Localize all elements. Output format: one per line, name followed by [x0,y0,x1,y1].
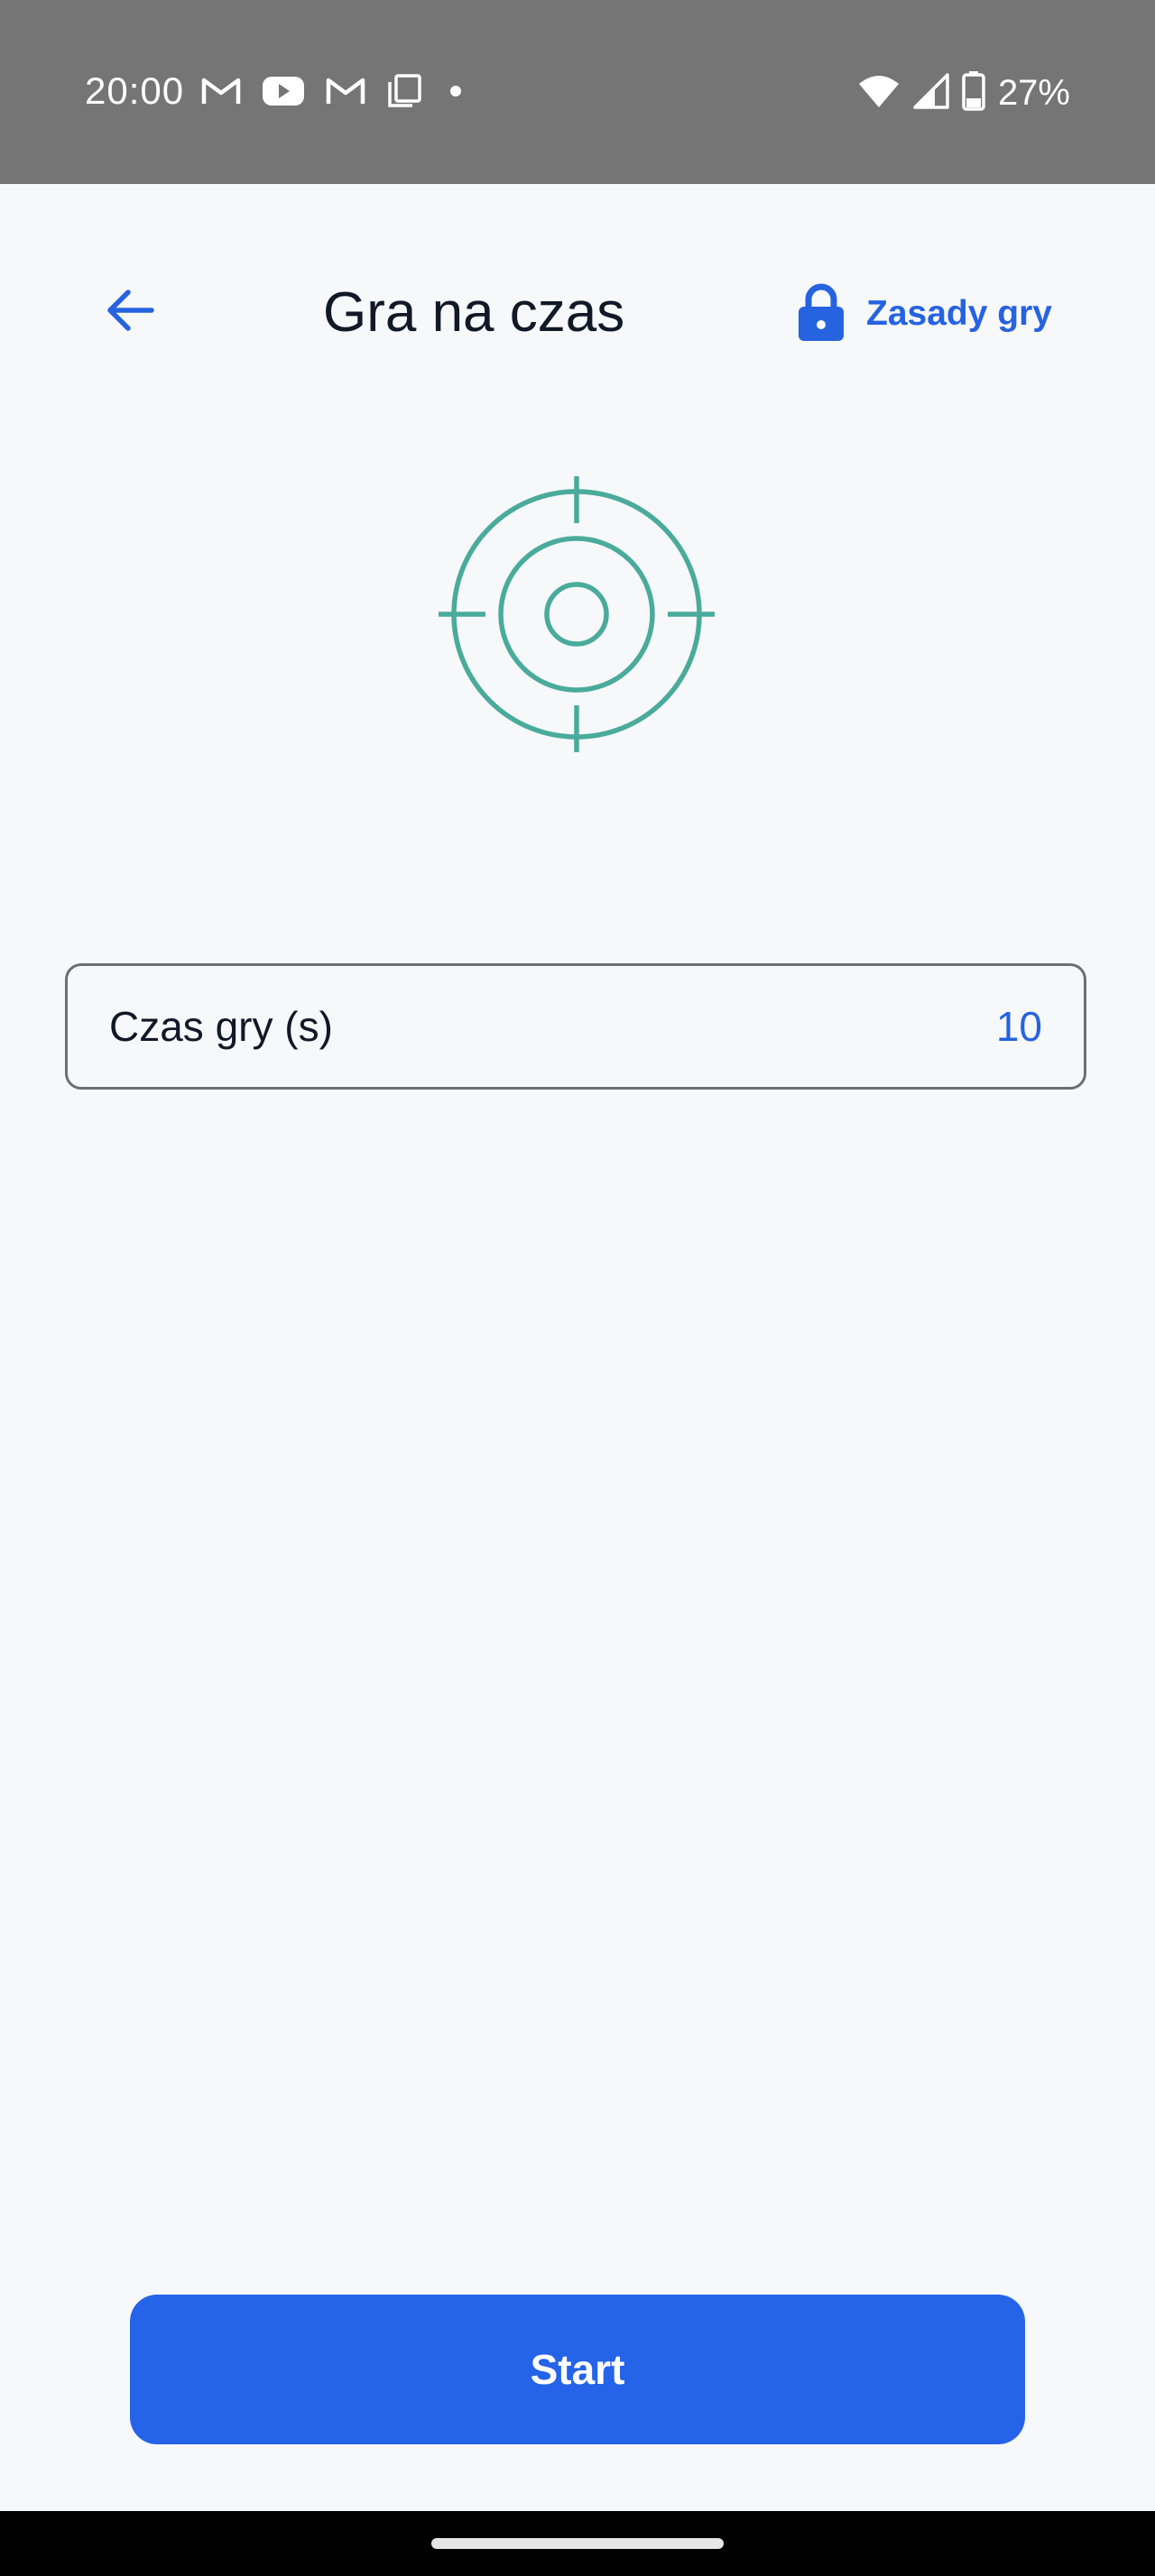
game-time-label: Czas gry (s) [109,1003,333,1050]
battery-icon [962,70,985,115]
rules-button[interactable]: Zasady gry [796,278,1052,350]
rules-label: Zasady gry [866,294,1052,333]
page-title: Gra na czas [323,281,625,344]
start-label: Start [530,2346,625,2393]
battery-percentage: 27% [997,73,1070,113]
lock-icon [796,281,846,347]
youtube-icon [262,76,305,111]
navigation-bar [0,2511,1155,2576]
gmail-icon [325,76,366,111]
home-indicator[interactable] [431,2538,724,2549]
wifi-icon [857,73,901,114]
status-bar: 20:00 27% [0,0,1155,184]
gmail-icon [200,76,242,111]
status-time: 20:00 [85,69,185,112]
game-time-value[interactable]: 10 [996,1002,1042,1051]
notification-icons [200,72,469,114]
game-time-field[interactable]: Czas gry (s) 10 [65,963,1086,1090]
copy-icon [386,73,422,113]
system-icons: 27% [857,69,1070,117]
start-button[interactable]: Start [130,2295,1025,2444]
arrow-left-icon [105,289,155,336]
dot-icon [442,76,469,111]
target-icon [439,476,715,752]
back-button[interactable] [87,278,173,346]
signal-icon [913,72,949,114]
top-app-bar: Gra na czas Zasady gry [0,253,1155,370]
